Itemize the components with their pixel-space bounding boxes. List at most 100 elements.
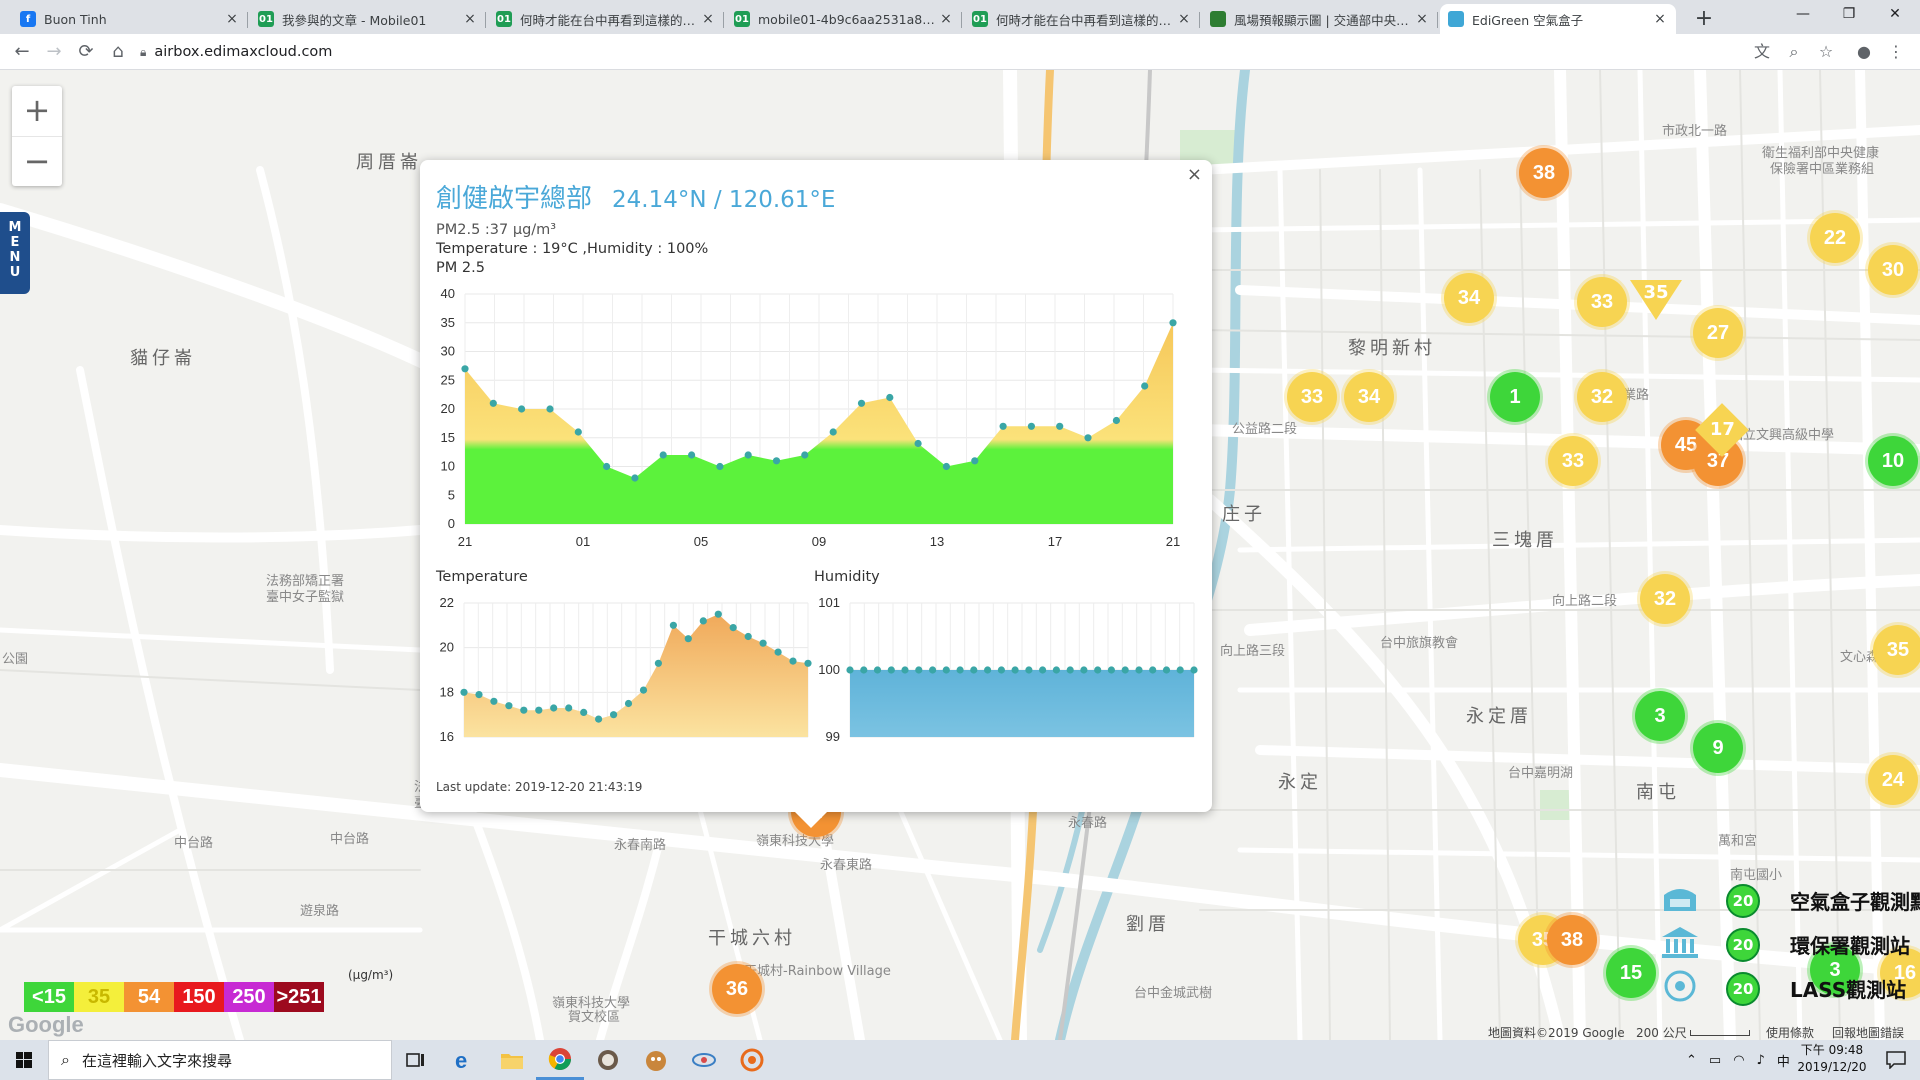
airbox-sensor-marker[interactable]: 22 xyxy=(1810,213,1860,263)
forward-arrow-icon[interactable]: → xyxy=(42,40,66,64)
tab-close-icon[interactable]: × xyxy=(1652,11,1668,27)
close-window-button[interactable]: ✕ xyxy=(1872,0,1918,30)
tab-title: 何時才能在台中再看到這樣的藍天 xyxy=(520,12,700,28)
app-icon-6[interactable] xyxy=(680,1040,728,1080)
airbox-sensor-marker[interactable]: 15 xyxy=(1606,948,1656,998)
tab-close-icon[interactable]: × xyxy=(462,11,478,27)
chart-y-tick-label: 40 xyxy=(441,286,455,301)
chart-data-point xyxy=(1107,666,1115,674)
file-explorer-icon[interactable] xyxy=(488,1040,536,1080)
browser-tab[interactable]: 01 何時才能在台中再看到這樣的藍天 × xyxy=(964,4,1200,34)
airbox-sensor-marker[interactable]: 38 xyxy=(1547,915,1597,965)
system-tray: ⌃ ▭ ◠ ♪ 中 xyxy=(1680,1040,1796,1080)
airbox-sensor-marker[interactable]: 32 xyxy=(1640,574,1690,624)
back-arrow-icon[interactable]: ← xyxy=(10,40,34,64)
tab-close-icon[interactable]: × xyxy=(938,11,954,27)
airbox-sensor-marker[interactable]: 32 xyxy=(1577,372,1627,422)
report-map-error-link[interactable]: 回報地圖錯誤 xyxy=(1832,1024,1904,1040)
zoom-in-button[interactable]: + xyxy=(12,86,62,136)
airbox-sensor-marker[interactable]: 3 xyxy=(1635,691,1685,741)
airbox-sensor-marker[interactable]: 34 xyxy=(1444,273,1494,323)
volume-icon[interactable]: ♪ xyxy=(1757,1053,1765,1068)
chart-data-point xyxy=(914,439,922,448)
tab-close-icon[interactable]: × xyxy=(1176,11,1192,27)
battery-icon[interactable]: ▭ xyxy=(1709,1053,1721,1068)
minimize-button[interactable]: — xyxy=(1780,0,1826,30)
map-place-label: 永定厝 xyxy=(1466,706,1532,727)
home-icon[interactable]: ⌂ xyxy=(106,40,130,64)
map-place-label: 南屯 xyxy=(1636,782,1680,803)
more-menu-icon[interactable]: ⋮ xyxy=(1884,40,1908,64)
tab-close-icon[interactable]: × xyxy=(700,11,716,27)
app-icon-5[interactable] xyxy=(632,1040,680,1080)
airbox-sensor-marker[interactable]: 1 xyxy=(1490,372,1540,422)
chart-y-tick-label: 30 xyxy=(441,344,455,359)
airbox-sensor-marker[interactable]: 33 xyxy=(1548,436,1598,486)
map-area[interactable]: 周厝崙貓仔崙黎明新村三塊厝永定厝永定南屯春社干城六村劉厝庄子法務部矯正署臺中女子… xyxy=(0,70,1920,1040)
windows-start-icon[interactable] xyxy=(0,1040,48,1080)
airbox-sensor-marker[interactable]: 24 xyxy=(1868,755,1918,805)
maximize-button[interactable]: ❐ xyxy=(1826,0,1872,30)
search-icon: ⌕ xyxy=(61,1050,70,1069)
airbox-sensor-marker[interactable]: 34 xyxy=(1344,372,1394,422)
station-legend-count: 20 xyxy=(1726,928,1760,962)
chart-data-point xyxy=(886,393,894,402)
airbox-sensor-marker[interactable]: 38 xyxy=(1519,148,1569,198)
browser-tab[interactable]: 01 mobile01-4b9c6aa2531a8679 × xyxy=(726,4,962,34)
airbox-sensor-marker[interactable]: 33 xyxy=(1287,372,1337,422)
legend-swatch: 35 xyxy=(74,982,124,1012)
app-icon-4[interactable] xyxy=(584,1040,632,1080)
notification-center-icon[interactable] xyxy=(1872,1040,1920,1080)
pm25-color-legend: <15 35 54 150 250 >251 xyxy=(24,982,324,1012)
browser-tab[interactable]: f Buon Tinh × xyxy=(12,4,248,34)
browser-tab[interactable]: 01 何時才能在台中再看到這樣的藍天 × xyxy=(488,4,724,34)
chart-y-tick-label: 18 xyxy=(440,684,454,699)
tab-favicon-icon: 01 xyxy=(496,11,512,27)
chart-data-point xyxy=(565,704,573,712)
chart-data-point xyxy=(846,666,854,674)
tab-close-icon[interactable]: × xyxy=(1414,11,1430,27)
address-bar[interactable]: 🔒︎ airbox.edimaxcloud.com xyxy=(140,38,1760,66)
airbox-sensor-marker[interactable]: 36 xyxy=(712,964,762,1014)
app-icon-7[interactable] xyxy=(728,1040,776,1080)
browser-tab[interactable]: 風場預報顯示圖 | 交通部中央氣象 × xyxy=(1202,4,1438,34)
airbox-sensor-marker[interactable]: 30 xyxy=(1868,245,1918,295)
map-place-label: 劉厝 xyxy=(1126,914,1170,935)
legend-swatch: <15 xyxy=(24,982,74,1012)
airbox-sensor-marker[interactable]: 33 xyxy=(1577,277,1627,327)
chart-x-tick-label: 01 xyxy=(576,534,590,549)
new-tab-button[interactable]: + xyxy=(1690,6,1718,31)
chart-data-point xyxy=(1027,422,1035,430)
reload-icon[interactable]: ⟳ xyxy=(74,40,98,64)
browser-tab[interactable]: 01 我參與的文章 - Mobile01 × xyxy=(250,4,486,34)
chart-data-point xyxy=(546,405,554,413)
airbox-sensor-marker[interactable]: 35 xyxy=(1873,625,1920,675)
taskbar-search-box[interactable]: ⌕ 在這裡輸入文字來搜尋 xyxy=(48,1040,392,1080)
chrome-browser-icon[interactable] xyxy=(536,1040,584,1080)
airbox-sensor-marker[interactable]: 9 xyxy=(1693,723,1743,773)
task-view-icon[interactable] xyxy=(392,1040,440,1080)
chart-data-point xyxy=(688,451,696,459)
terms-link[interactable]: 使用條款 xyxy=(1766,1024,1814,1040)
edge-browser-icon[interactable]: e xyxy=(440,1040,488,1080)
tab-close-icon[interactable]: × xyxy=(224,11,240,27)
chart-data-point xyxy=(603,462,611,471)
ime-indicator[interactable]: 中 xyxy=(1777,1051,1790,1070)
chart-data-point xyxy=(1190,666,1198,674)
wifi-icon[interactable]: ◠ xyxy=(1733,1053,1744,1068)
tray-expand-icon[interactable]: ⌃ xyxy=(1686,1053,1697,1068)
chart-y-tick-label: 20 xyxy=(440,640,454,655)
translate-icon[interactable]: 文 xyxy=(1750,40,1774,64)
browser-tab[interactable]: EdiGreen 空氣盒子 × xyxy=(1440,4,1676,34)
profile-avatar-icon[interactable]: ● xyxy=(1852,40,1876,64)
zoom-icon[interactable]: ⌕ xyxy=(1782,40,1806,64)
lass-station-value: 35 xyxy=(1643,282,1669,303)
zoom-out-button[interactable]: − xyxy=(12,136,62,186)
menu-toggle-button[interactable]: MENU xyxy=(0,212,30,294)
bookmark-star-icon[interactable]: ☆ xyxy=(1814,40,1838,64)
airbox-sensor-marker[interactable]: 10 xyxy=(1868,436,1918,486)
taskbar-clock[interactable]: 下午 09:48 2019/12/20 xyxy=(1792,1042,1872,1076)
airbox-sensor-marker[interactable]: 27 xyxy=(1693,308,1743,358)
map-place-label: 向上路三段 xyxy=(1220,644,1286,659)
lass-station-marker[interactable]: 35 xyxy=(1630,280,1682,320)
